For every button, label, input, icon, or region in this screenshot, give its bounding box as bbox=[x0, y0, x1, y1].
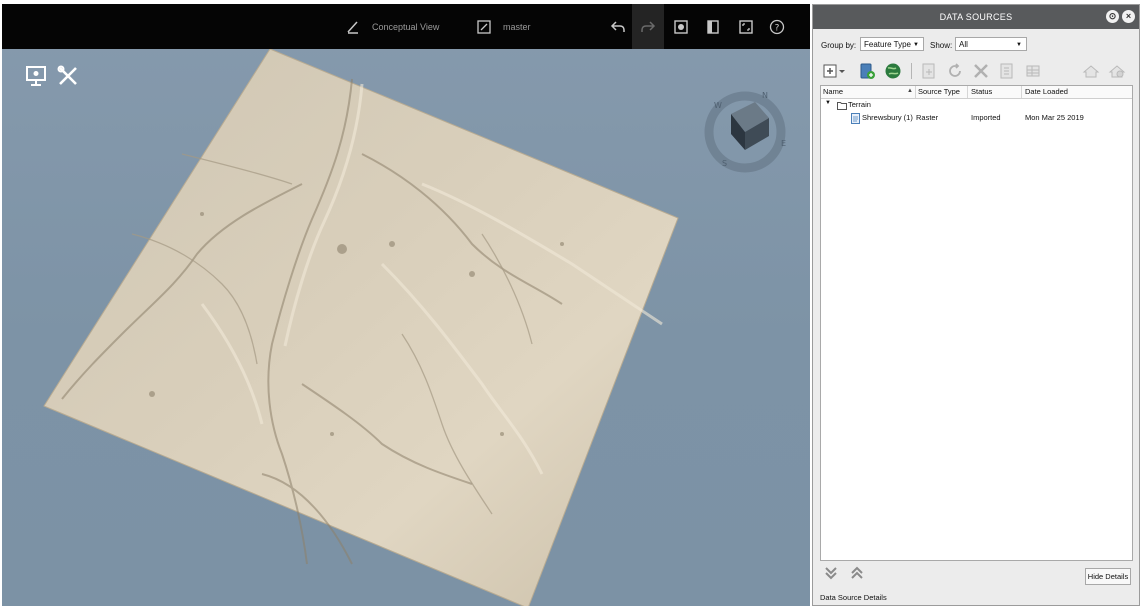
toolbar-separator bbox=[911, 63, 912, 79]
properties-icon[interactable] bbox=[997, 61, 1017, 81]
refresh-icon[interactable] bbox=[945, 61, 965, 81]
view-mode-label: Conceptual View bbox=[372, 21, 440, 32]
data-source-toolbar bbox=[813, 57, 1139, 85]
column-status[interactable]: Status bbox=[971, 87, 992, 96]
group-by-label: Group by: bbox=[821, 41, 857, 50]
compass-n: N bbox=[762, 91, 768, 100]
item-name: Shrewsbury (1) bbox=[862, 113, 913, 122]
item-date-loaded: Mon Mar 25 2019 bbox=[1025, 113, 1084, 122]
data-sources-tree[interactable]: Name ▲ Source Type Status Date Loaded ▼ … bbox=[820, 85, 1133, 561]
delete-icon[interactable] bbox=[971, 61, 991, 81]
branch-selector[interactable]: master bbox=[475, 4, 531, 49]
pencil-ruler-icon bbox=[344, 18, 362, 36]
tree-header: Name ▲ Source Type Status Date Loaded bbox=[821, 86, 1132, 99]
3d-viewport[interactable]: Conceptual View master ? W N E S bbox=[2, 4, 810, 606]
export-icon[interactable] bbox=[919, 61, 939, 81]
column-separator bbox=[915, 86, 916, 98]
compass-e: E bbox=[781, 139, 786, 148]
tools-icon[interactable] bbox=[56, 64, 82, 90]
group-by-select[interactable]: Feature Type ▼ bbox=[860, 37, 924, 51]
collapse-up-icon[interactable] bbox=[849, 565, 865, 581]
data-sources-panel: DATA SOURCES ⊙ × Group by: Feature Type … bbox=[812, 4, 1140, 606]
table-icon[interactable] bbox=[1023, 61, 1043, 81]
show-label: Show: bbox=[930, 41, 953, 50]
branch-label: master bbox=[503, 21, 531, 32]
item-source-type: Raster bbox=[916, 113, 939, 122]
float-panel-icon[interactable]: ⊙ bbox=[1106, 10, 1119, 23]
database-add-icon[interactable] bbox=[857, 61, 877, 81]
compass-w: W bbox=[714, 101, 722, 110]
column-separator bbox=[967, 86, 968, 98]
terrain-model[interactable] bbox=[2, 4, 810, 606]
column-source-type[interactable]: Source Type bbox=[918, 87, 960, 96]
redo-icon[interactable] bbox=[639, 18, 657, 36]
viewer-toolbar: Conceptual View master ? bbox=[2, 4, 810, 49]
hide-details-button[interactable]: Hide Details bbox=[1085, 568, 1131, 585]
add-data-dropdown-icon[interactable] bbox=[837, 61, 847, 81]
navigation-cube[interactable]: W N E S bbox=[697, 84, 793, 180]
raster-file-icon bbox=[851, 113, 860, 124]
close-panel-icon[interactable]: × bbox=[1122, 10, 1135, 23]
item-status: Imported bbox=[971, 113, 1001, 122]
chevron-down-icon: ▼ bbox=[1016, 42, 1022, 48]
chevron-down-icon: ▼ bbox=[913, 42, 919, 48]
presentation-icon[interactable] bbox=[24, 64, 50, 90]
view-mode-selector[interactable]: Conceptual View bbox=[344, 4, 439, 49]
column-name[interactable]: Name bbox=[823, 87, 843, 96]
compass-s: S bbox=[722, 159, 727, 168]
tree-group-row[interactable]: ▼ Terrain bbox=[821, 100, 1132, 112]
folder-icon bbox=[837, 102, 847, 110]
expand-chevron-icon[interactable]: ▼ bbox=[825, 100, 831, 106]
show-value: All bbox=[959, 40, 968, 49]
expand-down-icon[interactable] bbox=[823, 565, 839, 581]
data-source-details-label: Data Source Details bbox=[820, 593, 887, 602]
model-settings-icon[interactable] bbox=[1107, 61, 1127, 81]
column-separator bbox=[1021, 86, 1022, 98]
undo-icon[interactable] bbox=[609, 18, 627, 36]
panel-title: DATA SOURCES bbox=[813, 5, 1139, 29]
branch-icon bbox=[475, 18, 493, 36]
import-model-icon[interactable] bbox=[1081, 61, 1101, 81]
fullscreen-icon[interactable] bbox=[737, 18, 755, 36]
globe-icon[interactable] bbox=[883, 61, 903, 81]
panel-toggle-icon[interactable] bbox=[704, 18, 722, 36]
help-icon[interactable]: ? bbox=[768, 18, 786, 36]
svg-text:?: ? bbox=[775, 24, 780, 34]
group-by-value: Feature Type bbox=[864, 40, 911, 49]
show-select[interactable]: All ▼ bbox=[955, 37, 1027, 51]
group-label: Terrain bbox=[848, 100, 871, 109]
tree-item-row[interactable]: Shrewsbury (1) Raster Imported Mon Mar 2… bbox=[821, 113, 1132, 125]
snapshot-icon[interactable] bbox=[672, 18, 690, 36]
sort-indicator-icon: ▲ bbox=[907, 88, 913, 94]
column-date-loaded[interactable]: Date Loaded bbox=[1025, 87, 1068, 96]
